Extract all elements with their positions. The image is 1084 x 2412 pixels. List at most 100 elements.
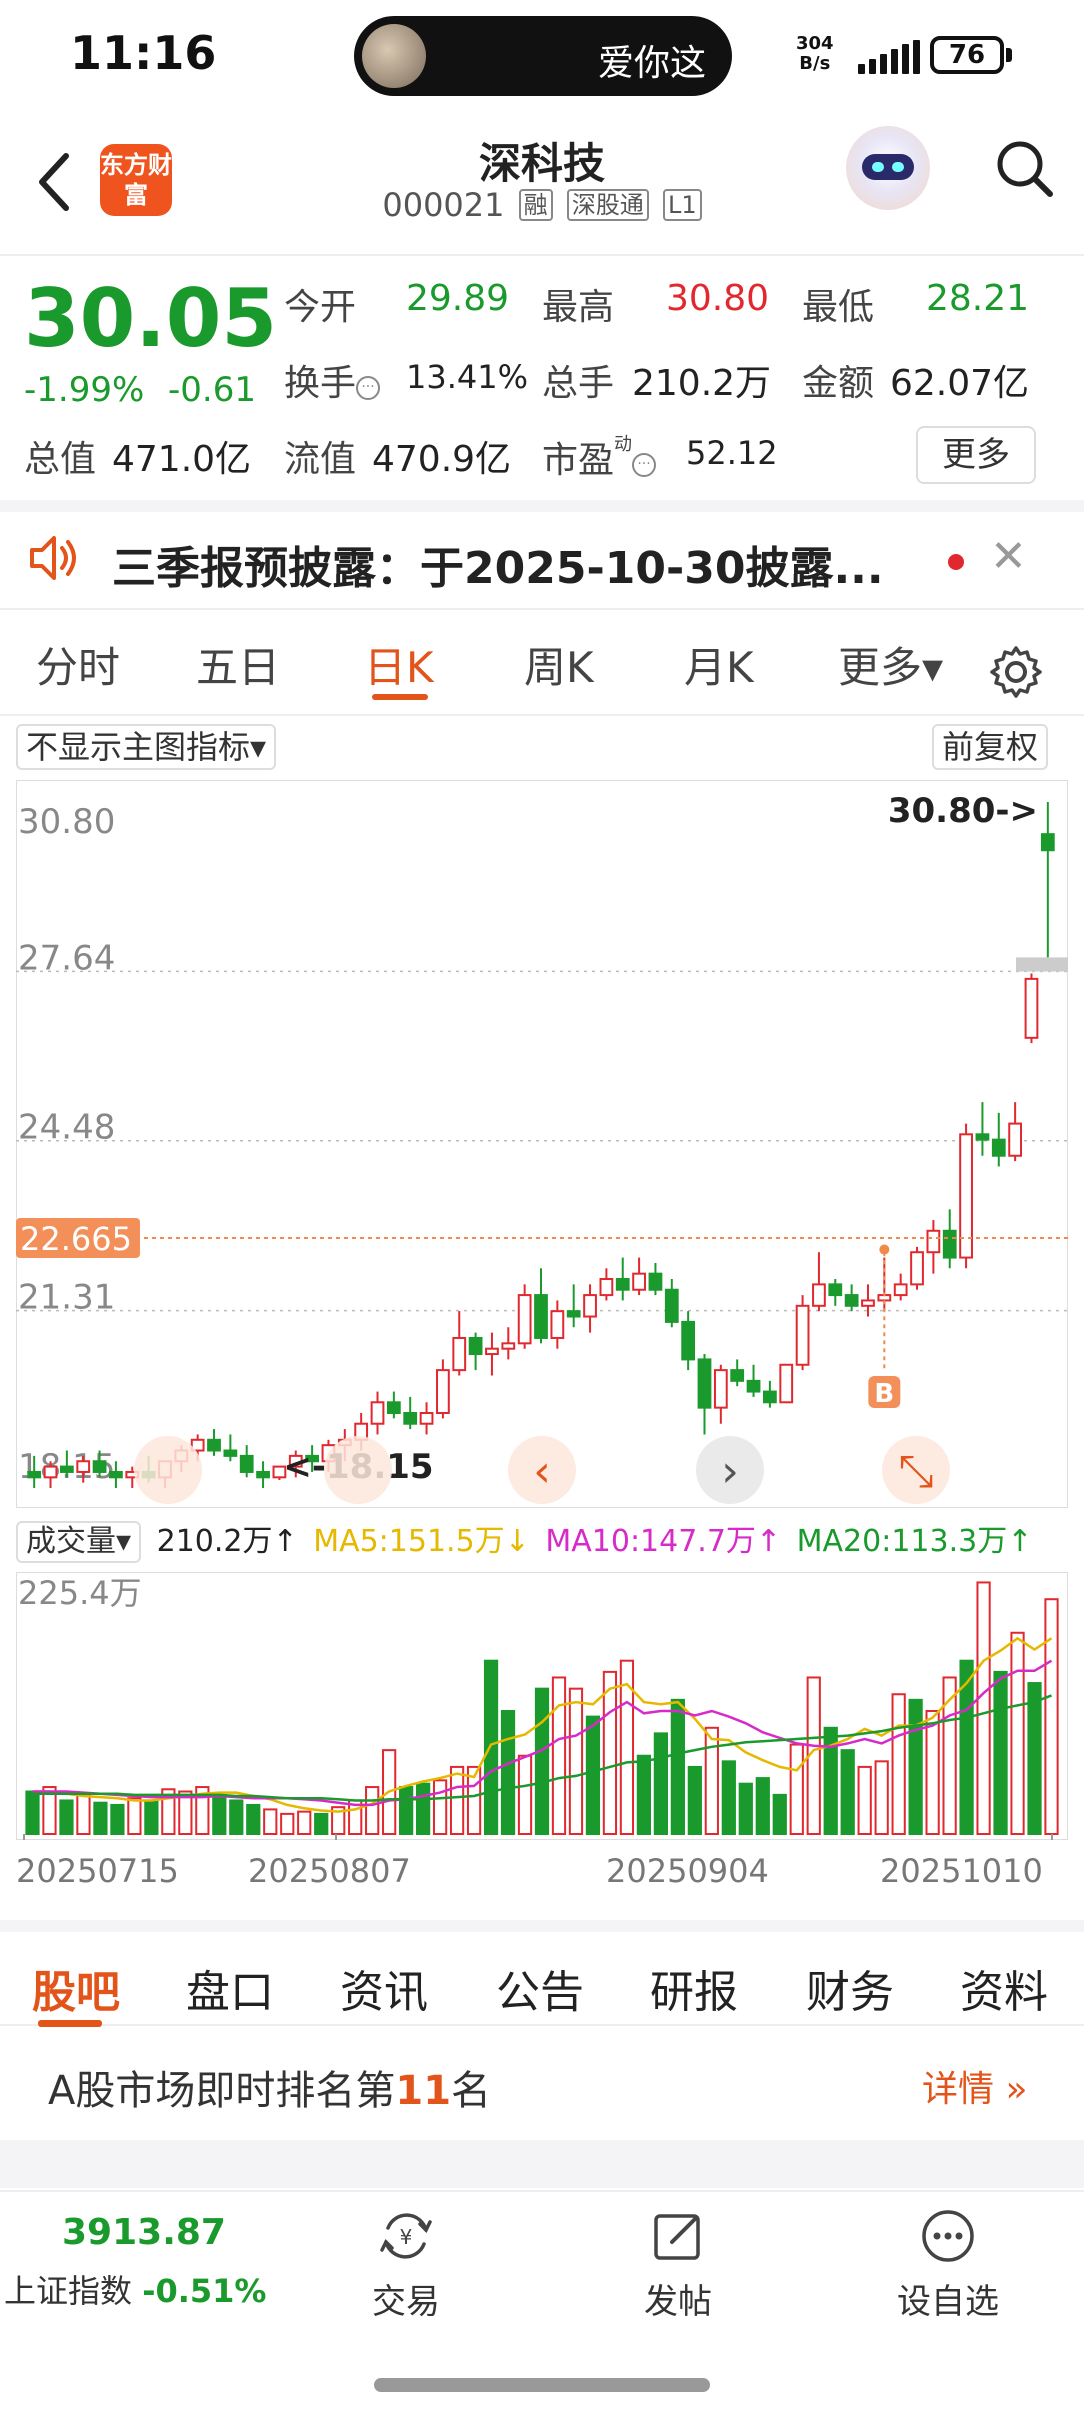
volume-bar: [619, 1659, 635, 1836]
candle-body: [942, 1229, 957, 1259]
chart-period-tabs: 分时 五日 日K 周K 月K 更多▾: [0, 616, 1084, 716]
pe-info-icon[interactable]: ···: [632, 453, 657, 477]
candle-body: [1008, 1122, 1023, 1157]
tab-research[interactable]: 研报: [650, 1956, 738, 2020]
tab-weekly-k[interactable]: 周K: [524, 634, 594, 695]
float-value: 470.9亿: [372, 439, 512, 480]
float-label: 流值: [284, 439, 357, 480]
candle-body: [599, 1278, 614, 1297]
date-label: 20250904: [606, 1852, 769, 1890]
more-quote-button[interactable]: 更多: [916, 426, 1036, 484]
add-watchlist-button[interactable]: 设自选: [878, 2206, 1018, 2323]
pe-label: 市盈动···: [542, 430, 657, 483]
volume-bar: [772, 1793, 787, 1836]
volume-select[interactable]: 成交量▾: [16, 1521, 142, 1563]
tab-monthly-k[interactable]: 月K: [684, 634, 754, 695]
candle-body: [452, 1336, 467, 1372]
post-button[interactable]: 发帖: [608, 2206, 748, 2323]
zoom-in-icon[interactable]: [324, 1436, 392, 1504]
volume-bar: [976, 1581, 991, 1835]
tab-financials[interactable]: 财务: [806, 1956, 894, 2020]
announcement-bar[interactable]: 三季报预披露：于2025-10-30披露... ✕: [0, 508, 1084, 610]
index-value[interactable]: 3913.87: [62, 2212, 226, 2253]
chevron-left-icon-glyph: ‹: [533, 1446, 551, 1497]
volume-bar: [263, 1808, 278, 1836]
volume-bar: [1027, 1682, 1042, 1835]
tab-announcements[interactable]: 公告: [496, 1956, 584, 2020]
tab-daily-k[interactable]: 日K: [364, 634, 434, 695]
volume-bar: [551, 1676, 567, 1836]
volume-bar: [449, 1765, 465, 1835]
candle-body: [43, 1465, 58, 1479]
volume-bar: [246, 1803, 261, 1835]
volume-bar: [127, 1797, 142, 1835]
assistant-robot-icon[interactable]: [846, 126, 930, 210]
tab-news[interactable]: 资讯: [340, 1956, 428, 2020]
ma10-legend: MA10:147.7万↑: [545, 1524, 782, 1559]
watchlist-label: 设自选: [897, 2282, 999, 2322]
candle-body: [779, 1363, 794, 1404]
adjust-select[interactable]: 前复权: [932, 724, 1049, 770]
candle-body: [991, 1138, 1006, 1157]
candle-body: [926, 1229, 941, 1254]
volume-chart[interactable]: 225.4万: [16, 1572, 1068, 1840]
volume-bar: [755, 1777, 770, 1835]
tab-more[interactable]: 更多▾: [838, 634, 943, 695]
indicator-select[interactable]: 不显示主图指标▾: [16, 724, 277, 770]
candle-body: [844, 1294, 859, 1307]
app-logo[interactable]: 东方财富: [100, 144, 172, 216]
candle-body: [386, 1401, 401, 1415]
tab-orderbook[interactable]: 盘口: [186, 1956, 274, 2020]
rank-text: A股市场即时排名第11名: [48, 2068, 492, 2114]
candle-body: [517, 1294, 532, 1345]
tab-intraday[interactable]: 分时: [36, 634, 120, 695]
tab-forum[interactable]: 股吧: [32, 1956, 120, 2020]
low-label: 最低: [802, 287, 875, 328]
volume-bar: [789, 1743, 804, 1835]
candle-body: [812, 1283, 826, 1307]
turnover-info-icon[interactable]: ···: [356, 376, 381, 400]
search-icon[interactable]: [992, 136, 1056, 200]
candle-body: [664, 1288, 679, 1323]
candle-body: [485, 1347, 499, 1356]
candle-body: [27, 1470, 42, 1479]
candle-body: [615, 1278, 630, 1291]
gear-icon[interactable]: [988, 644, 1044, 700]
trade-button[interactable]: ¥ 交易: [336, 2206, 476, 2323]
candle-body: [828, 1283, 843, 1297]
candle-body: [632, 1272, 646, 1291]
volume-bar: [568, 1687, 584, 1835]
volume-bar: [891, 1693, 906, 1835]
tab-five-day[interactable]: 五日: [196, 634, 280, 695]
announcement-text[interactable]: 三季报预披露：于2025-10-30披露...: [112, 532, 884, 596]
candle-body: [763, 1390, 777, 1404]
volume-bar: [840, 1749, 855, 1835]
candle-body: [436, 1369, 450, 1415]
volume-bar: [399, 1786, 414, 1835]
candle-body: [370, 1401, 385, 1425]
high-label: 最高: [542, 287, 615, 328]
candle-body: [256, 1470, 270, 1479]
candlestick-chart[interactable]: 30.8027.6424.4821.3118.15 22.66530.80-><…: [16, 780, 1068, 1508]
zoom-out-icon[interactable]: [134, 1436, 202, 1504]
high-value: 30.80: [666, 278, 770, 319]
volume-bar: [517, 1754, 533, 1836]
volume-bar: [704, 1726, 719, 1835]
back-icon[interactable]: [34, 150, 74, 224]
home-indicator: [374, 2378, 710, 2392]
close-icon[interactable]: ✕: [990, 532, 1027, 582]
rank-details-link[interactable]: 详情 »: [922, 2060, 1027, 2112]
net-speed-unit: B/s: [799, 53, 831, 74]
index-row[interactable]: 上证指数 -0.51%: [4, 2266, 266, 2312]
dynamic-island[interactable]: 爱你这: [354, 16, 732, 96]
post-label: 发帖: [644, 2282, 712, 2322]
signal-icon: [858, 40, 922, 74]
ma20-legend: MA20:113.3万↑: [796, 1524, 1033, 1559]
volume-bar: [925, 1710, 940, 1835]
volume-bar: [993, 1670, 1008, 1835]
candle-body: [501, 1342, 516, 1350]
open-value: 29.89: [406, 278, 510, 319]
candle-body: [403, 1412, 418, 1425]
rank-row[interactable]: A股市场即时排名第11名 详情 »: [0, 2028, 1084, 2140]
tab-profile[interactable]: 资料: [960, 1956, 1048, 2020]
